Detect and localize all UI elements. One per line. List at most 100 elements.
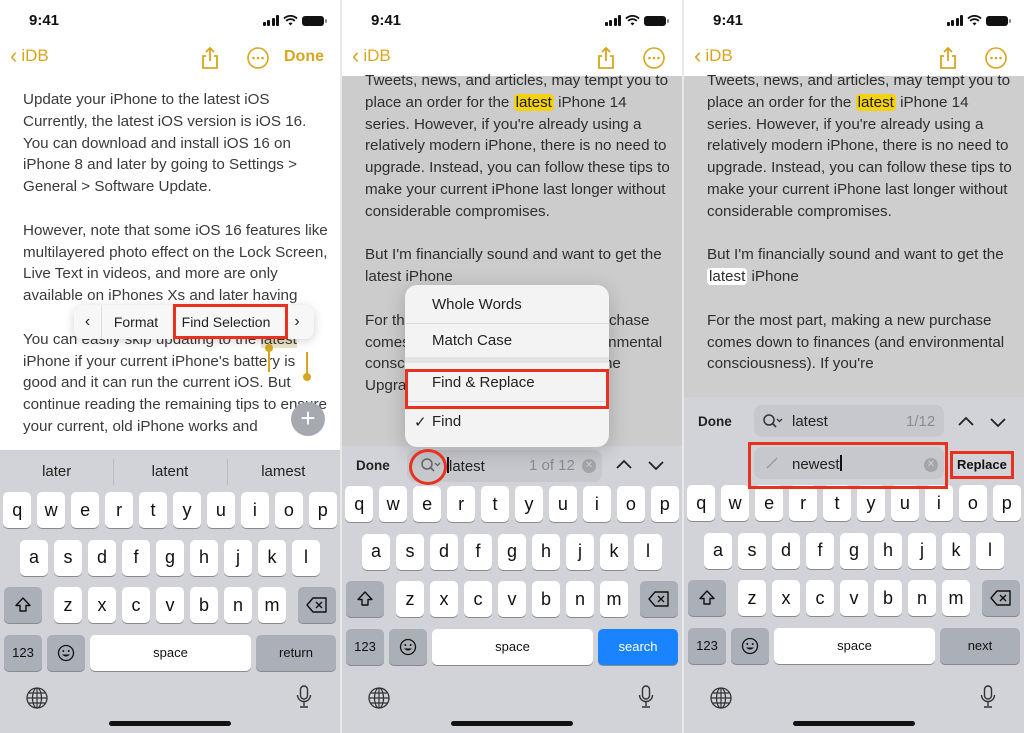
more-options-icon[interactable] — [984, 46, 1008, 70]
key-v[interactable]: v — [497, 581, 527, 617]
key-i[interactable]: i — [240, 492, 270, 528]
key-q[interactable]: q — [686, 485, 716, 521]
key-i[interactable]: i — [582, 486, 612, 522]
key-e[interactable]: e — [754, 485, 784, 521]
key-a[interactable]: a — [361, 533, 391, 570]
find-done-button[interactable]: Done — [356, 458, 390, 473]
key-n[interactable]: n — [565, 581, 595, 617]
share-icon[interactable] — [200, 46, 220, 70]
key-z[interactable]: z — [395, 581, 425, 617]
key-s[interactable]: s — [737, 532, 767, 569]
key-a[interactable]: a — [703, 532, 733, 569]
search-input[interactable]: latest — [792, 413, 828, 430]
share-icon[interactable] — [938, 46, 958, 70]
key-o[interactable]: o — [274, 492, 304, 528]
key-c[interactable]: c — [463, 581, 493, 617]
search-options-icon[interactable] — [762, 413, 784, 429]
key-y[interactable]: y — [856, 485, 886, 521]
share-icon[interactable] — [596, 46, 616, 70]
space-key[interactable]: space — [432, 628, 593, 665]
key-l[interactable]: l — [291, 539, 321, 576]
key-m[interactable]: m — [257, 587, 287, 623]
menu-item-find[interactable]: ✓ Find — [405, 402, 609, 441]
suggestion[interactable]: lamest — [226, 458, 340, 485]
key-y[interactable]: y — [514, 486, 544, 522]
replace-button[interactable]: Replace — [957, 457, 1007, 472]
key-n[interactable]: n — [223, 587, 253, 623]
key-h[interactable]: h — [189, 539, 219, 576]
edit-menu-next-button[interactable]: › — [282, 305, 312, 339]
menu-item-match-case[interactable]: Match Case — [405, 324, 609, 363]
more-options-icon[interactable] — [642, 46, 666, 70]
key-e[interactable]: e — [70, 492, 100, 528]
key-l[interactable]: l — [975, 532, 1005, 569]
key-i[interactable]: i — [924, 485, 954, 521]
delete-key[interactable] — [640, 581, 678, 617]
key-f[interactable]: f — [463, 533, 493, 570]
key-j[interactable]: j — [223, 539, 253, 576]
key-u[interactable]: u — [548, 486, 578, 522]
key-b[interactable]: b — [531, 581, 561, 617]
key-n[interactable]: n — [907, 580, 937, 616]
suggestion[interactable]: later — [0, 463, 113, 480]
menu-item-whole-words[interactable]: Whole Words — [405, 285, 609, 324]
back-button[interactable]: ‹ iDB — [694, 45, 733, 67]
delete-key[interactable] — [298, 587, 336, 623]
key-m[interactable]: m — [941, 580, 971, 616]
key-w[interactable]: w — [36, 492, 66, 528]
key-d[interactable]: d — [429, 533, 459, 570]
more-options-icon[interactable] — [246, 46, 270, 70]
microphone-icon[interactable] — [638, 685, 654, 709]
suggestion[interactable]: latent — [113, 458, 226, 485]
add-button[interactable]: + — [291, 402, 325, 436]
space-key[interactable]: space — [90, 634, 251, 671]
delete-key[interactable] — [982, 580, 1020, 616]
key-x[interactable]: x — [429, 581, 459, 617]
key-t[interactable]: t — [822, 485, 852, 521]
search-key[interactable]: search — [598, 628, 678, 665]
key-q[interactable]: q — [344, 486, 374, 522]
key-j[interactable]: j — [907, 532, 937, 569]
next-key[interactable]: next — [940, 627, 1020, 664]
globe-icon[interactable] — [26, 687, 48, 709]
microphone-icon[interactable] — [296, 685, 312, 709]
key-y[interactable]: y — [172, 492, 202, 528]
key-x[interactable]: x — [87, 587, 117, 623]
globe-icon[interactable] — [368, 687, 390, 709]
key-z[interactable]: z — [737, 580, 767, 616]
key-x[interactable]: x — [771, 580, 801, 616]
key-c[interactable]: c — [121, 587, 151, 623]
replace-input[interactable]: newest — [792, 455, 842, 473]
emoji-key[interactable] — [47, 634, 85, 671]
key-w[interactable]: w — [378, 486, 408, 522]
key-u[interactable]: u — [890, 485, 920, 521]
key-s[interactable]: s — [395, 533, 425, 570]
key-b[interactable]: b — [189, 587, 219, 623]
key-o[interactable]: o — [958, 485, 988, 521]
note-body[interactable]: Update your iPhone to the latest iOS Cur… — [23, 89, 330, 460]
next-match-icon[interactable] — [646, 455, 666, 475]
key-o[interactable]: o — [616, 486, 646, 522]
key-g[interactable]: g — [839, 532, 869, 569]
key-r[interactable]: r — [788, 485, 818, 521]
key-f[interactable]: f — [121, 539, 151, 576]
microphone-icon[interactable] — [980, 685, 996, 709]
find-done-button[interactable]: Done — [698, 414, 732, 429]
clear-replace-icon[interactable]: ✕ — [924, 458, 938, 472]
key-j[interactable]: j — [565, 533, 595, 570]
emoji-key[interactable] — [389, 628, 427, 665]
previous-match-icon[interactable] — [614, 455, 634, 475]
previous-match-icon[interactable] — [956, 412, 976, 432]
key-m[interactable]: m — [599, 581, 629, 617]
emoji-key[interactable] — [731, 627, 769, 664]
key-k[interactable]: k — [257, 539, 287, 576]
key-z[interactable]: z — [53, 587, 83, 623]
key-c[interactable]: c — [805, 580, 835, 616]
key-v[interactable]: v — [839, 580, 869, 616]
key-r[interactable]: r — [446, 486, 476, 522]
note-body[interactable]: Tweets, news, and articles, may tempt yo… — [707, 70, 1014, 397]
key-d[interactable]: d — [87, 539, 117, 576]
globe-icon[interactable] — [710, 687, 732, 709]
return-key[interactable]: return — [256, 634, 336, 671]
key-p[interactable]: p — [308, 492, 338, 528]
